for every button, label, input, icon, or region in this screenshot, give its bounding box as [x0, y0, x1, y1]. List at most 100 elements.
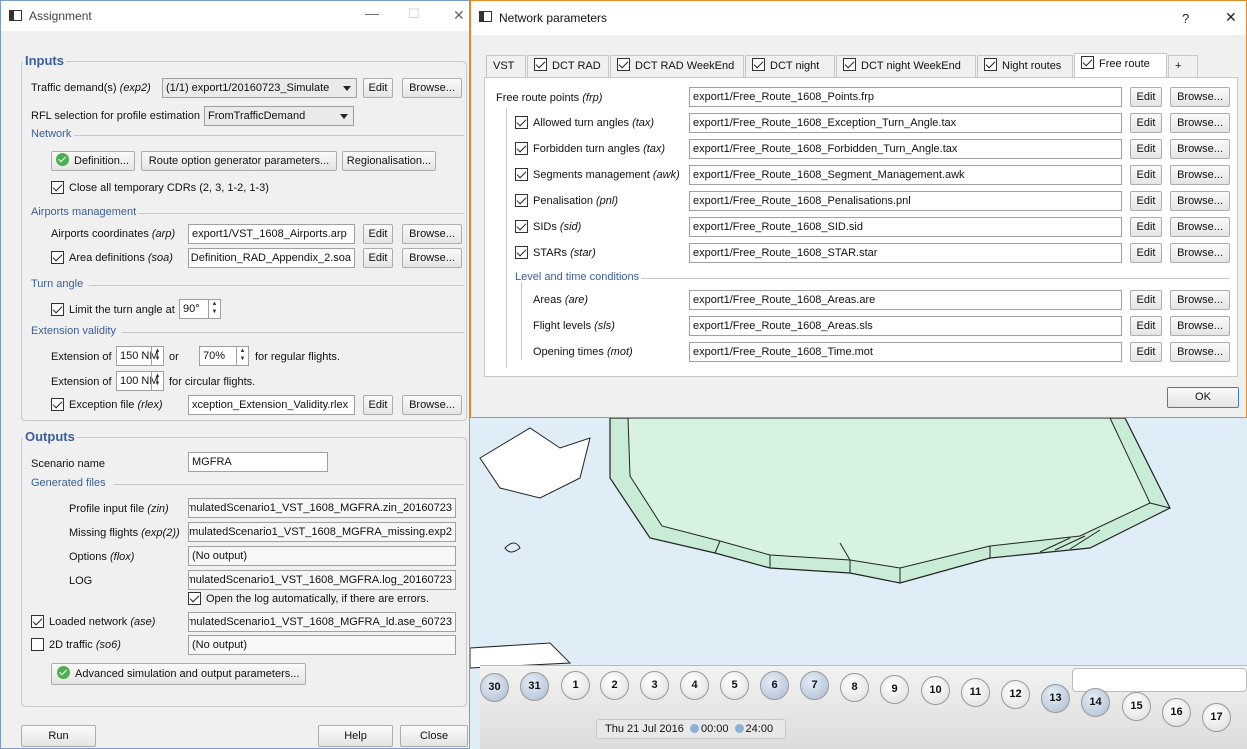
help-button[interactable]: Help: [318, 725, 393, 747]
spin-arrows-icon[interactable]: ▲ ▼: [208, 300, 220, 318]
file-row-field[interactable]: export1/Free_Route_1608_SID.sid: [689, 217, 1122, 237]
file-row-browse-button[interactable]: Browse...: [1170, 165, 1230, 185]
file-row-field[interactable]: export1/Free_Route_1608_Forbidden_Turn_A…: [689, 139, 1122, 159]
day-button[interactable]: 2: [600, 671, 629, 700]
frp-browse-button[interactable]: Browse...: [1170, 87, 1230, 107]
traffic-edit-button[interactable]: Edit: [363, 78, 393, 98]
file-row-browse-button[interactable]: Browse...: [1170, 243, 1230, 263]
file-row-checkbox[interactable]: [515, 142, 528, 155]
airports-coords-field[interactable]: export1/VST_1608_Airports.arp: [188, 224, 355, 244]
level-row-browse-button[interactable]: Browse...: [1170, 316, 1230, 336]
file-row-browse-button[interactable]: Browse...: [1170, 191, 1230, 211]
file-row-edit-button[interactable]: Edit: [1130, 191, 1162, 211]
tab-checkbox[interactable]: [534, 58, 547, 71]
level-row-field[interactable]: export1/Free_Route_1608_Areas.sls: [689, 316, 1122, 336]
day-button[interactable]: 1: [561, 671, 590, 700]
close-button[interactable]: Close: [400, 725, 468, 747]
close-icon[interactable]: ✕: [1225, 9, 1237, 26]
turn-spinbox[interactable]: 90° ▲ ▼: [179, 299, 221, 319]
file-row-edit-button[interactable]: Edit: [1130, 165, 1162, 185]
day-button[interactable]: 13: [1041, 684, 1070, 713]
level-row-field[interactable]: export1/Free_Route_1608_Time.mot: [689, 342, 1122, 362]
tab-free-route[interactable]: Free route: [1074, 53, 1167, 78]
regionalisation-button[interactable]: Regionalisation...: [342, 151, 436, 171]
tab-checkbox[interactable]: [617, 58, 630, 71]
level-row-browse-button[interactable]: Browse...: [1170, 342, 1230, 362]
exception-field[interactable]: xception_Extension_Validity.rlex: [188, 395, 355, 415]
area-def-browse-button[interactable]: Browse...: [402, 248, 462, 268]
tab-dct-night-weekend[interactable]: DCT night WeekEnd: [836, 55, 976, 77]
day-button[interactable]: 11: [961, 678, 990, 707]
exception-edit-button[interactable]: Edit: [363, 395, 393, 415]
airports-browse-button[interactable]: Browse...: [402, 224, 462, 244]
area-def-edit-button[interactable]: Edit: [363, 248, 393, 268]
airports-edit-button[interactable]: Edit: [363, 224, 393, 244]
traffic2d-checkbox[interactable]: [31, 638, 44, 651]
file-row-checkbox[interactable]: [515, 194, 528, 207]
tab-night-routes[interactable]: Night routes: [977, 55, 1073, 77]
ext-pct-spinbox[interactable]: 70% ▲ ▼: [199, 346, 249, 366]
file-row-edit-button[interactable]: Edit: [1130, 243, 1162, 263]
maximize-icon[interactable]: ☐: [408, 6, 420, 22]
file-row-browse-button[interactable]: Browse...: [1170, 217, 1230, 237]
exception-browse-button[interactable]: Browse...: [402, 395, 462, 415]
scenario-field[interactable]: MGFRA: [188, 452, 328, 472]
day-button[interactable]: 31: [520, 672, 549, 701]
day-button[interactable]: 17: [1202, 703, 1231, 732]
file-row-field[interactable]: export1/Free_Route_1608_STAR.star: [689, 243, 1122, 263]
tab-checkbox[interactable]: [984, 58, 997, 71]
definition-button[interactable]: Definition...: [51, 151, 135, 171]
day-button[interactable]: 5: [720, 671, 749, 700]
day-button[interactable]: 15: [1122, 692, 1151, 721]
open-log-checkbox[interactable]: [188, 592, 201, 605]
loaded-network-checkbox[interactable]: [31, 615, 44, 628]
close-icon[interactable]: ✕: [453, 7, 465, 24]
tab-checkbox[interactable]: [1081, 56, 1094, 69]
file-row-edit-button[interactable]: Edit: [1130, 217, 1162, 237]
area-def-field[interactable]: Definition_RAD_Appendix_2.soa: [188, 248, 355, 268]
file-row-browse-button[interactable]: Browse...: [1170, 113, 1230, 133]
day-button[interactable]: 6: [760, 671, 789, 700]
day-button[interactable]: 7: [800, 671, 829, 700]
traffic-browse-button[interactable]: Browse...: [402, 78, 462, 98]
area-def-checkbox[interactable]: [51, 251, 64, 264]
ext-nm2-spinbox[interactable]: 100 NM ▲ ▼: [116, 371, 164, 391]
tab-dct-rad[interactable]: DCT RAD: [527, 55, 609, 77]
file-row-browse-button[interactable]: Browse...: [1170, 139, 1230, 159]
end-time[interactable]: 24:00: [746, 723, 774, 735]
advanced-button[interactable]: Advanced simulation and output parameter…: [51, 663, 306, 685]
level-row-edit-button[interactable]: Edit: [1130, 342, 1162, 362]
tab-dct-rad-weekend[interactable]: DCT RAD WeekEnd: [610, 55, 744, 77]
map-view[interactable]: 30 31 1 2 3 4 5 6 7 8 9 10 11 12 13 14 15 16 17 Thu 21 Jul…: [470, 418, 1247, 749]
close-cdrs-checkbox[interactable]: [51, 181, 64, 194]
file-row-edit-button[interactable]: Edit: [1130, 113, 1162, 133]
day-button[interactable]: 10: [921, 676, 950, 705]
frp-field[interactable]: export1/Free_Route_1608_Points.frp: [689, 87, 1122, 107]
route-option-button[interactable]: Route option generator parameters...: [141, 151, 337, 171]
rfl-combo[interactable]: FromTrafficDemand: [204, 106, 354, 126]
day-button[interactable]: 12: [1001, 680, 1030, 709]
file-row-checkbox[interactable]: [515, 168, 528, 181]
file-row-field[interactable]: export1/Free_Route_1608_Penalisations.pn…: [689, 191, 1122, 211]
spin-arrows-icon[interactable]: ▲ ▼: [151, 347, 163, 365]
help-icon[interactable]: ?: [1182, 11, 1189, 26]
start-time[interactable]: 00:00: [701, 723, 729, 735]
tab-dct-night[interactable]: DCT night: [745, 55, 835, 77]
ext-nm1-spinbox[interactable]: 150 NM ▲ ▼: [116, 346, 164, 366]
file-row-checkbox[interactable]: [515, 246, 528, 259]
run-button[interactable]: Run: [21, 725, 96, 747]
file-row-checkbox[interactable]: [515, 116, 528, 129]
day-button[interactable]: 14: [1081, 688, 1110, 717]
minimize-icon[interactable]: —: [365, 5, 379, 21]
tab-vst[interactable]: VST: [486, 55, 526, 77]
level-row-field[interactable]: export1/Free_Route_1608_Areas.are: [689, 290, 1122, 310]
level-row-browse-button[interactable]: Browse...: [1170, 290, 1230, 310]
day-button[interactable]: 16: [1162, 698, 1191, 727]
spin-arrows-icon[interactable]: ▲ ▼: [151, 372, 163, 390]
tab-add[interactable]: +: [1168, 55, 1198, 77]
frp-edit-button[interactable]: Edit: [1130, 87, 1162, 107]
level-row-edit-button[interactable]: Edit: [1130, 290, 1162, 310]
file-row-edit-button[interactable]: Edit: [1130, 139, 1162, 159]
level-row-edit-button[interactable]: Edit: [1130, 316, 1162, 336]
spin-arrows-icon[interactable]: ▲ ▼: [236, 347, 248, 365]
